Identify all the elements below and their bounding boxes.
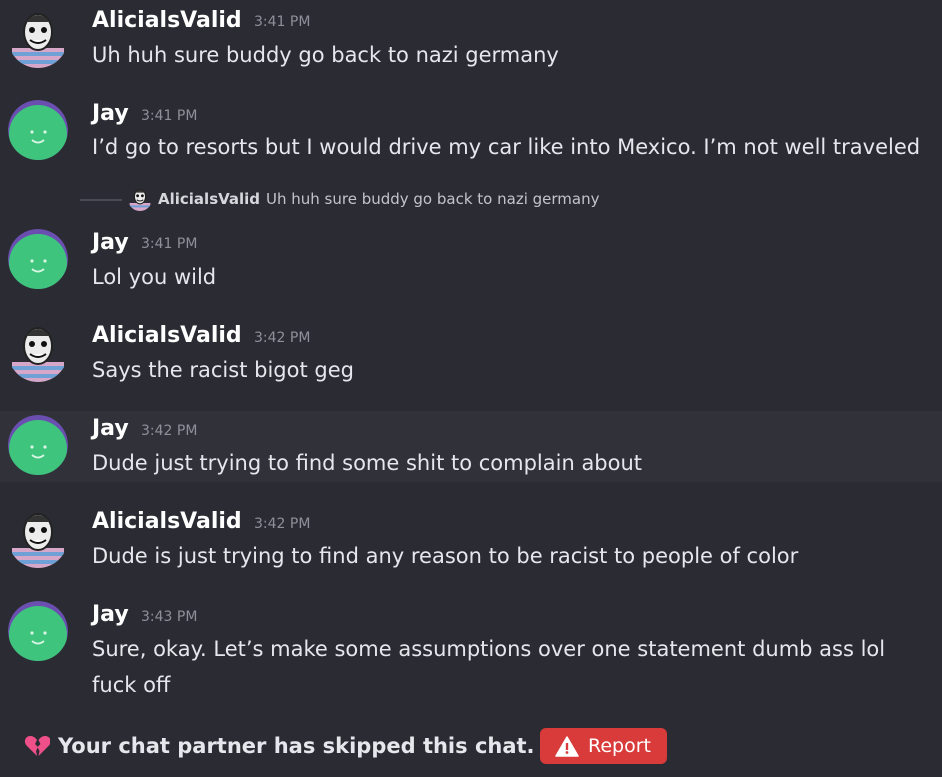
message[interactable]: Jay 3:43 PM Sure, okay. Let’s make some … (0, 594, 942, 706)
reply-preview[interactable]: Uh huh sure buddy go back to nazi german… (266, 188, 599, 210)
author-name[interactable]: Jay (92, 602, 129, 628)
author-name[interactable]: Jay (92, 101, 129, 127)
smiley-avatar[interactable] (8, 415, 68, 475)
timestamp: 3:41 PM (141, 236, 198, 252)
author-name[interactable]: Jay (92, 230, 129, 256)
timestamp: 3:43 PM (141, 609, 198, 625)
report-label: Report (588, 735, 651, 757)
message-text: Says the racist bigot geg (92, 358, 354, 382)
message[interactable]: AlicialsValid 3:42 PM Says the racist bi… (0, 315, 942, 408)
warning-icon (555, 736, 579, 757)
author-name[interactable]: Jay (92, 416, 129, 442)
message[interactable]: AlicialsValid 3:41 PM Uh huh sure buddy … (0, 0, 942, 90)
status-message: Your chat partner has skipped this chat. (58, 734, 535, 758)
broken-heart-icon (24, 736, 50, 756)
chat-log: AlicialsValid 3:41 PM Uh huh sure buddy … (0, 0, 942, 777)
reply-avatar[interactable] (128, 187, 152, 211)
message-text: Uh huh sure buddy go back to nazi german… (92, 43, 559, 67)
timestamp: 3:42 PM (141, 423, 198, 439)
message-text: Lol you wild (92, 265, 217, 289)
author-name[interactable]: AlicialsValid (92, 509, 242, 535)
message-text-line2: fuck off (92, 673, 171, 697)
message-text: Dude is just trying to find any reason t… (92, 544, 799, 568)
report-button[interactable]: Report (540, 728, 667, 764)
timestamp: 3:42 PM (254, 330, 311, 346)
message-text: Sure, okay. Let’s make some assumptions … (92, 637, 886, 661)
message-highlighted[interactable]: Jay 3:42 PM Dude just trying to find som… (0, 411, 942, 482)
message[interactable]: AlicialsValid 3:42 PM Dude is just tryin… (0, 501, 942, 591)
author-name[interactable]: AlicialsValid (92, 8, 242, 34)
message-text: I’d go to resorts but I would drive my c… (92, 135, 921, 159)
alicia-avatar[interactable] (8, 8, 68, 68)
timestamp: 3:42 PM (254, 516, 311, 532)
smiley-avatar[interactable] (8, 229, 68, 289)
smiley-avatar[interactable] (8, 100, 68, 160)
reply-connector (80, 199, 122, 201)
message[interactable]: Jay 3:41 PM I’d go to resorts but I woul… (0, 93, 942, 183)
author-name[interactable]: AlicialsValid (92, 323, 242, 349)
alicia-avatar[interactable] (8, 322, 68, 382)
reply-author[interactable]: AlicialsValid (158, 188, 260, 210)
message[interactable]: Jay 3:41 PM Lol you wild (0, 222, 942, 314)
timestamp: 3:41 PM (254, 14, 311, 30)
alicia-avatar[interactable] (8, 508, 68, 568)
message-text: Dude just trying to find some shit to co… (92, 451, 643, 475)
smiley-avatar[interactable] (8, 601, 68, 661)
timestamp: 3:41 PM (141, 108, 198, 124)
